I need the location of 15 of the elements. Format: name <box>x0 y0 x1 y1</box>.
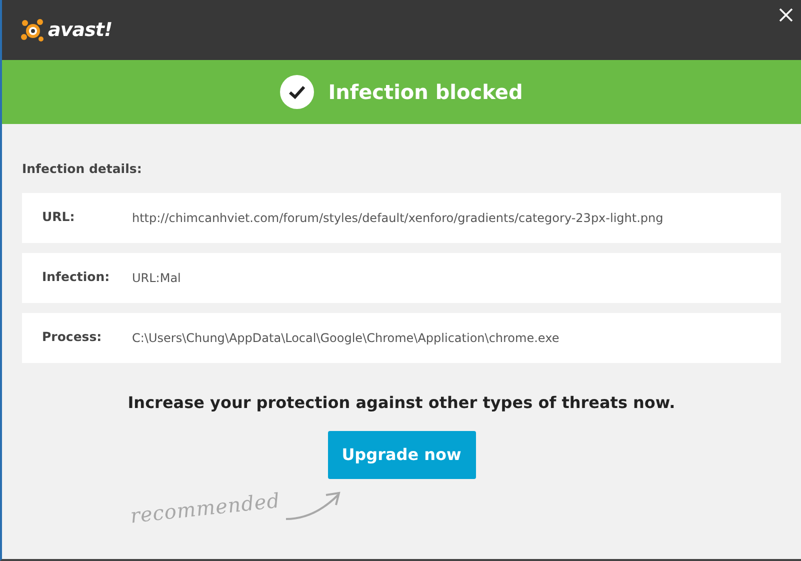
detail-label: URL: <box>42 208 76 226</box>
promo-message: Increase your protection against other types of threats now. <box>128 392 676 414</box>
close-icon[interactable] <box>779 8 793 22</box>
checkmark-icon <box>280 75 314 109</box>
detail-value: URL:Mal <box>132 270 181 287</box>
banner-title: Infection blocked <box>328 79 523 106</box>
upgrade-button[interactable]: Upgrade now <box>328 430 476 479</box>
recommended-note: recommended <box>128 486 282 530</box>
detail-value: http://chimcanhviet.com/forum/styles/default/xenforo/gradients/category-23px-light.png <box>132 210 664 227</box>
detail-label: Process: <box>42 328 103 346</box>
logo-text: avast! <box>48 18 112 43</box>
detail-value: C:\Users\Chung\AppData\Local\Google\Chrome\Application\chrome.exe <box>132 330 560 347</box>
section-heading: Infection details: <box>22 160 142 178</box>
detail-label: Infection: <box>42 268 111 286</box>
logo-icon <box>20 17 46 43</box>
